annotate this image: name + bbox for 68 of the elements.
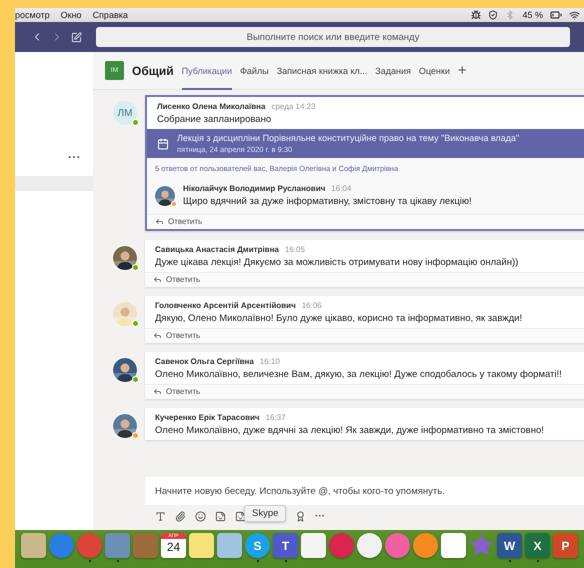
- calendar-day: 24: [166, 539, 180, 555]
- bug-icon[interactable]: [471, 10, 482, 20]
- message-text: Олено Миколаївно, дуже вдячні за лекцію! Як завжди, дуже інформативно та змістовно!: [155, 425, 545, 436]
- star-app-icon[interactable]: [469, 533, 494, 558]
- app-icon[interactable]: [357, 533, 382, 558]
- sticker-icon[interactable]: [235, 511, 246, 522]
- reply-button[interactable]: Ответить: [153, 275, 200, 284]
- app-icon[interactable]: X: [525, 533, 550, 558]
- app-icon[interactable]: [189, 533, 214, 558]
- reply-button[interactable]: Ответить: [153, 387, 200, 396]
- format-icon[interactable]: [155, 511, 166, 522]
- channel-title: Общий: [132, 64, 174, 78]
- menu-item[interactable]: Окно: [60, 10, 82, 20]
- message-time: среда 14:23: [271, 102, 316, 111]
- reply-button[interactable]: Ответить: [155, 217, 202, 226]
- more-button[interactable]: ...: [68, 147, 81, 161]
- reply-button[interactable]: Ответить: [153, 331, 200, 340]
- author-name: Ніколайчук Володимир Русланович: [183, 184, 326, 193]
- search-field[interactable]: Выполните поиск или введите команду: [96, 27, 570, 47]
- tab[interactable]: Задания: [375, 52, 411, 90]
- author-name: Савицька Анастасія Дмитрівна: [155, 245, 279, 254]
- message-time: 16:04: [331, 184, 352, 193]
- wifi-icon[interactable]: [569, 10, 580, 20]
- menu-item[interactable]: Справка: [92, 10, 128, 20]
- app-icon[interactable]: [413, 533, 438, 558]
- shield-check-icon[interactable]: [488, 10, 498, 20]
- author-name: Лисенко Олена Миколаївна: [157, 102, 266, 111]
- tab[interactable]: Записная книжка кл...: [276, 52, 368, 90]
- bluetooth-icon[interactable]: [505, 10, 516, 20]
- attach-icon[interactable]: [175, 511, 186, 522]
- reply-icon: [153, 387, 162, 396]
- app-icon[interactable]: [301, 533, 326, 558]
- more-button[interactable]: ···: [315, 511, 325, 522]
- author-name: Савенок Ольга Сергіївна: [155, 357, 254, 366]
- app-icon[interactable]: W: [497, 533, 522, 558]
- message-time: 16:06: [302, 301, 322, 310]
- award-icon[interactable]: [295, 511, 306, 522]
- author-name: Кучеренко Ерік Тарасович: [155, 413, 260, 422]
- sticker-icon[interactable]: [215, 511, 226, 522]
- app-icon[interactable]: T: [273, 533, 298, 558]
- tab[interactable]: Оценки: [418, 52, 450, 90]
- compose-icon[interactable]: [71, 32, 82, 42]
- avatar: ЛМ: [113, 101, 137, 125]
- battery-percent: 45 %: [522, 10, 543, 20]
- message-time: 16:10: [260, 357, 280, 366]
- message-time: 16:37: [266, 413, 286, 422]
- message-input[interactable]: Начните новую беседу. Используйте @, чтобы кого-то упомянуть.: [145, 477, 584, 505]
- reply-icon: [155, 217, 164, 226]
- calendar-icon: [157, 138, 169, 150]
- message-text: Собрание запланировано: [157, 114, 272, 125]
- battery-icon[interactable]: [550, 9, 562, 21]
- tab[interactable]: Публикации: [182, 52, 232, 90]
- message-text: Щиро вдячний за дуже інформативну, змістовну та цікаву лекцію!: [183, 196, 472, 207]
- emoji-icon[interactable]: [195, 511, 206, 522]
- message-text: Олено Миколаївно, величезне Вам, дякую, за лекцію! Дуже сподобалось у такому форматі!!: [155, 369, 563, 380]
- app-icon[interactable]: [441, 533, 466, 558]
- app-icon[interactable]: P: [553, 533, 578, 558]
- meeting-title: Лекція з дисципліни Порівняльне конституційне право на тему "Виконавча влада": [177, 133, 520, 143]
- menu-item[interactable]: росмотр: [15, 10, 50, 20]
- add-tab-button[interactable]: +: [458, 62, 467, 79]
- message-text: Дуже цікава лекція! Дякуємо за можливість отримувати нову інформацію онлайн)): [155, 257, 520, 268]
- reply-icon: [153, 331, 162, 340]
- tab[interactable]: Файлы: [240, 52, 269, 90]
- author-name: Головченко Арсентій Арсентійович: [155, 301, 296, 310]
- reply-icon: [153, 275, 162, 284]
- message-time: 16:05: [284, 245, 305, 254]
- message-text: Дякую, Олено Миколаївно! Було дуже цікаво, корисно та інформативно, як завжди!: [155, 313, 524, 324]
- tooltip: Skype: [244, 505, 286, 522]
